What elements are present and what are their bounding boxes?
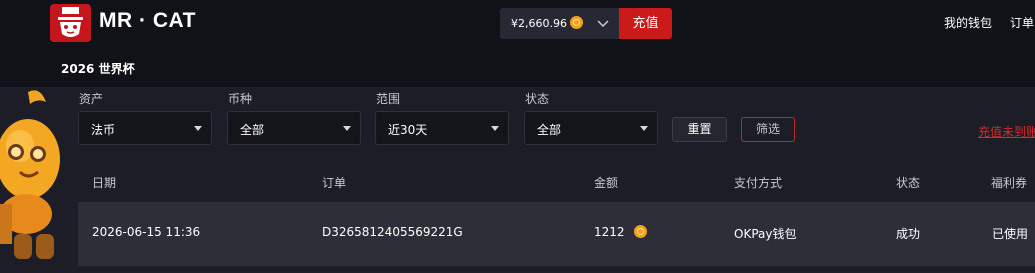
caret-down-icon xyxy=(640,126,648,131)
coin-icon xyxy=(634,225,648,238)
filter-label-currency: 币种 xyxy=(228,92,253,106)
nav-orders[interactable]: 订单 xyxy=(1010,14,1034,31)
balance-dropdown[interactable]: ¥2,660.96 xyxy=(500,8,619,39)
filter-label-range: 范围 xyxy=(376,92,401,106)
mascot-image xyxy=(0,84,75,269)
row-status: 成功 xyxy=(896,227,921,241)
chevron-down-icon[interactable] xyxy=(596,15,610,35)
currency-select[interactable]: 全部 xyxy=(227,111,361,145)
top-bar: MR · CAT 2026 世界杯 ¥2,660.96 充值 我的钱包 订单 xyxy=(0,0,1035,88)
balance-display: ¥2,660.96 xyxy=(511,16,584,30)
balance-amount: ¥2,660.96 xyxy=(511,17,567,30)
table-row: 2026-06-15 11:36 D3265812405569221G 1212… xyxy=(78,202,1035,266)
status-select[interactable]: 全部 xyxy=(524,111,658,145)
brand-name[interactable]: MR · CAT xyxy=(99,9,196,33)
row-coupon: 已使用 xyxy=(992,227,1029,241)
filter-button[interactable]: 筛选 xyxy=(741,117,795,142)
row-payment-method: OKPay钱包 xyxy=(734,227,797,241)
column-header-amount: 金额 xyxy=(594,176,619,190)
reset-button[interactable]: 重置 xyxy=(672,117,727,142)
subnav-world-cup[interactable]: 2026 世界杯 xyxy=(61,60,135,77)
range-select-value: 近30天 xyxy=(388,123,428,137)
asset-select[interactable]: 法币 xyxy=(78,111,212,145)
status-select-value: 全部 xyxy=(537,123,562,137)
filter-label-status: 状态 xyxy=(525,92,550,106)
filter-label-asset: 资产 xyxy=(79,92,104,106)
currency-select-value: 全部 xyxy=(240,123,265,137)
column-header-date: 日期 xyxy=(92,176,117,190)
caret-down-icon xyxy=(491,126,499,131)
unpaid-recharge-link[interactable]: 充值未到账 xyxy=(978,123,1035,140)
column-header-order: 订单 xyxy=(322,176,347,190)
caret-down-icon xyxy=(343,126,351,131)
logo-icon[interactable] xyxy=(50,4,91,42)
column-header-payment: 支付方式 xyxy=(734,176,783,190)
row-amount: 1212 xyxy=(594,225,648,239)
row-amount-value: 1212 xyxy=(594,225,625,239)
caret-down-icon xyxy=(194,126,202,131)
column-header-status: 状态 xyxy=(896,176,921,190)
row-order-id: D3265812405569221G xyxy=(322,225,463,239)
coin-icon xyxy=(570,16,584,29)
row-date: 2026-06-15 11:36 xyxy=(92,225,201,239)
asset-select-value: 法币 xyxy=(91,123,116,137)
nav-my-wallet[interactable]: 我的钱包 xyxy=(944,14,992,31)
column-header-coupon: 福利券 xyxy=(991,176,1028,190)
recharge-button[interactable]: 充值 xyxy=(619,8,672,39)
range-select[interactable]: 近30天 xyxy=(375,111,509,145)
